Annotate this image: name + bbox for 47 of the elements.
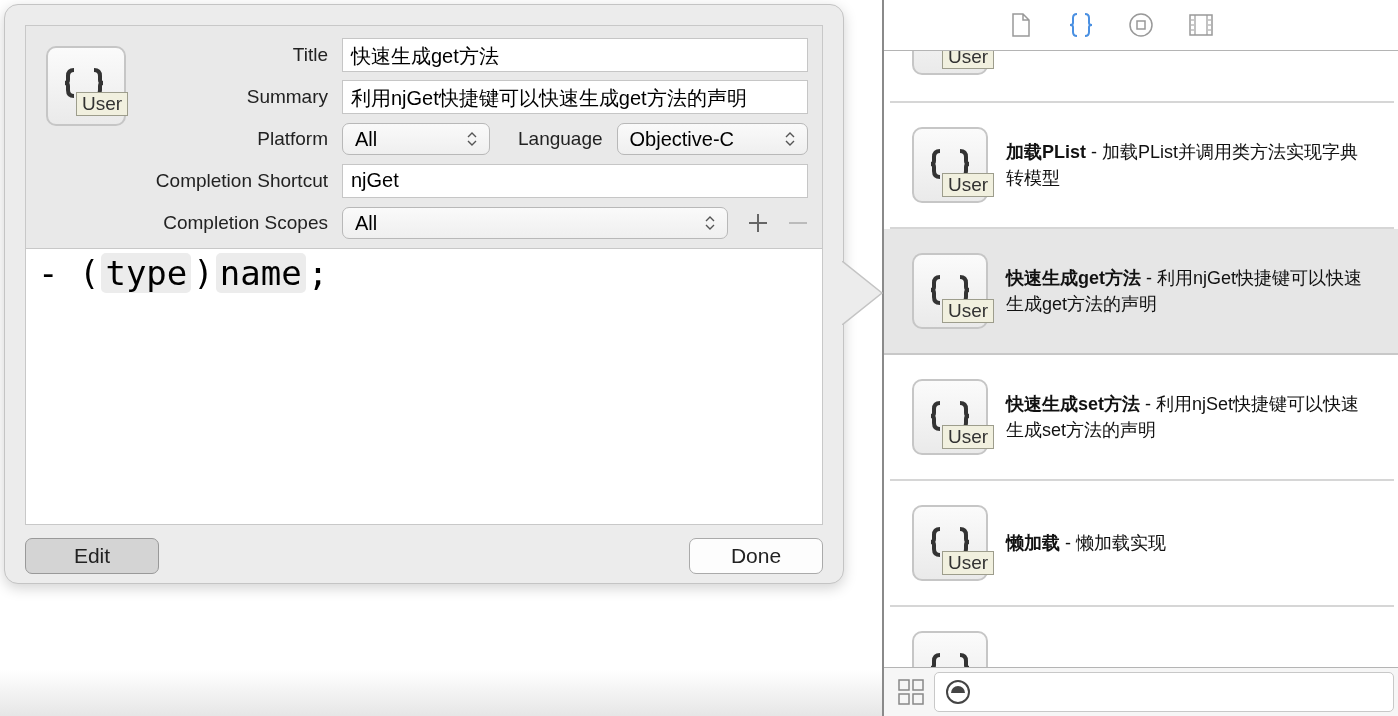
up-down-arrows-icon bbox=[705, 215, 715, 231]
film-icon[interactable] bbox=[1188, 12, 1214, 38]
code-text: ) bbox=[193, 253, 214, 293]
placeholder-token[interactable]: name bbox=[215, 253, 306, 293]
snippet-row[interactable]: User 快速生成set方法 - 利用njSet快捷键可以快速生成set方法的声明 bbox=[890, 355, 1394, 481]
snippet-description: 加载PList - 加载PList并调用类方法实现字典转模型 bbox=[1006, 141, 1360, 190]
snippet-description: 懒加载 - 懒加载实现 bbox=[1006, 532, 1166, 555]
field-label: Completion Scopes bbox=[162, 212, 328, 234]
field-label: Summary bbox=[245, 86, 328, 108]
braces-icon[interactable] bbox=[1068, 12, 1094, 38]
snippet-description: 快速生成get方法 - 利用njGet快捷键可以快速生成get方法的声明 bbox=[1006, 267, 1364, 316]
grid-view-icon[interactable] bbox=[898, 679, 924, 705]
user-badge: User bbox=[76, 92, 129, 116]
field-label: Completion Shortcut bbox=[154, 170, 328, 192]
text-field[interactable]: 快速生成get方法 bbox=[342, 38, 808, 72]
filter-field[interactable] bbox=[934, 672, 1394, 712]
braces-icon bbox=[64, 68, 104, 98]
code-text: ; bbox=[307, 253, 329, 293]
up-down-arrows-icon bbox=[785, 131, 795, 147]
field-label: Language bbox=[518, 128, 603, 150]
braces-icon bbox=[930, 275, 970, 305]
user-badge: User bbox=[942, 299, 995, 323]
popup-button[interactable]: All bbox=[342, 123, 490, 155]
text-field[interactable]: njGet bbox=[342, 164, 808, 198]
circle-icon[interactable] bbox=[1128, 12, 1154, 38]
braces-icon bbox=[930, 149, 970, 179]
placeholder-token[interactable]: type bbox=[101, 253, 192, 293]
add-icon[interactable] bbox=[748, 213, 768, 233]
braces-icon bbox=[930, 401, 970, 431]
popup-button[interactable]: All bbox=[342, 207, 728, 239]
popup-button[interactable]: Objective-C bbox=[616, 123, 808, 155]
snippet-description: 快速生成set方法 - 利用njSet快捷键可以快速生成set方法的声明 bbox=[1006, 393, 1361, 442]
user-badge: User bbox=[942, 173, 995, 197]
filter-icon bbox=[945, 679, 971, 705]
field-label: Platform bbox=[256, 128, 328, 150]
braces-icon bbox=[930, 527, 970, 557]
user-badge: User bbox=[942, 551, 995, 575]
text-field[interactable]: 利用njGet快捷键可以快速生成get方法的声明 bbox=[342, 80, 808, 114]
snippet-row[interactable]: User 懒加载 - 懒加载实现 bbox=[890, 481, 1394, 607]
field-label: Title bbox=[291, 44, 328, 66]
snippet-row[interactable]: User 快速生成get方法 - 利用njGet快捷键可以快速生成get方法的声明 bbox=[884, 229, 1398, 355]
push-button[interactable]: Done bbox=[689, 538, 823, 574]
user-badge: User bbox=[942, 425, 995, 449]
code-text: - ( bbox=[38, 253, 100, 293]
up-down-arrows-icon bbox=[467, 131, 477, 147]
code-editor[interactable]: - ( type ) name ; bbox=[26, 249, 822, 524]
push-button[interactable]: Edit bbox=[25, 538, 159, 574]
